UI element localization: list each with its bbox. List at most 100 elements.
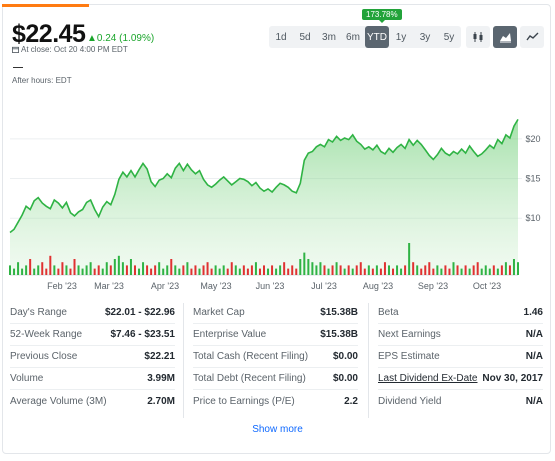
volume-bar [17, 262, 20, 275]
period-1d[interactable]: 1d [269, 26, 293, 48]
stat-row-days-range: Day's Range $22.01 - $22.96 [10, 302, 175, 324]
price-area [10, 119, 518, 276]
volume-bar [355, 265, 358, 275]
stat-row-52-week-range: 52-Week Range $7.46 - $23.51 [10, 324, 175, 346]
volume-bar [238, 268, 241, 275]
volume-bar [77, 265, 80, 275]
stat-row-total-cash: Total Cash (Recent Filing) $0.00 [193, 346, 358, 368]
volume-bar [335, 262, 338, 275]
volume-bar [170, 259, 173, 275]
volume-bar [198, 268, 201, 275]
volume-bar [327, 268, 330, 275]
volume-bar [101, 268, 104, 275]
stat-row-beta: Beta 1.46 [378, 302, 543, 324]
volume-bar [162, 268, 165, 275]
period-3y[interactable]: 3y [413, 26, 437, 48]
volume-bar [142, 262, 145, 275]
mountain-chart-button[interactable] [493, 26, 517, 48]
volume-bar [117, 255, 120, 275]
period-ytd[interactable]: YTD [365, 26, 389, 48]
volume-bar [258, 268, 261, 275]
volume-bar [299, 259, 302, 275]
after-hours-label: After hours: EDT [12, 76, 72, 85]
volume-bar [150, 268, 153, 275]
period-5y[interactable]: 5y [437, 26, 461, 48]
volume-bar [460, 268, 463, 275]
stat-row-volume: Volume 3.99M [10, 368, 175, 390]
volume-bar [226, 268, 229, 275]
volume-bar [504, 262, 507, 275]
volume-bar [359, 262, 362, 275]
volume-bar [303, 252, 306, 275]
volume-bar [287, 268, 290, 275]
candlestick-chart-button[interactable] [466, 26, 490, 48]
volume-bar [186, 262, 189, 275]
period-1y[interactable]: 1y [389, 26, 413, 48]
volume-bar [452, 262, 455, 275]
volume-bar [174, 265, 177, 275]
volume-bar [178, 268, 181, 275]
volume-bar [69, 268, 72, 275]
stat-row-enterprise-value: Enterprise Value $15.38B [193, 324, 358, 346]
volume-bar [416, 265, 419, 275]
volume-bar [319, 262, 322, 275]
volume-bar [404, 265, 407, 275]
volume-bar [13, 268, 16, 275]
volume-bar [246, 268, 249, 275]
after-hours-value [13, 67, 23, 68]
volume-bar [440, 268, 443, 275]
volume-bar [234, 265, 237, 275]
last-dividend-link[interactable]: Last Dividend Ex-Date [378, 373, 478, 384]
x-tick-label: Jun '23 [256, 281, 285, 291]
stat-row-eps-estimate: EPS Estimate N/A [378, 346, 543, 368]
volume-bar [190, 268, 193, 275]
x-tick-label: Sep '23 [418, 281, 448, 291]
volume-bar [456, 265, 459, 275]
period-6m[interactable]: 6m [341, 26, 365, 48]
x-tick-label: Mar '23 [94, 281, 124, 291]
period-3m[interactable]: 3m [317, 26, 341, 48]
key-stats: Day's Range $22.01 - $22.96 52-Week Range… [0, 302, 555, 420]
stat-row-last-dividend: Last Dividend Ex-Date Nov 30, 2017 [378, 368, 543, 390]
volume-bar [121, 262, 124, 275]
price-chart[interactable]: $20 $15 $10 Feb '23 Mar '23 Apr '23 May '23 Jun… [2, 95, 551, 295]
volume-bar [424, 265, 427, 275]
volume-bar [154, 265, 157, 275]
volume-bar [331, 265, 334, 275]
stat-row-average-volume: Average Volume (3M) 2.70M [10, 395, 175, 407]
line-chart-button[interactable] [520, 26, 544, 48]
x-tick-label: Apr '23 [151, 281, 179, 291]
volume-bar [323, 265, 326, 275]
volume-bar [166, 265, 169, 275]
volume-bar [444, 265, 447, 275]
volume-bar [275, 268, 278, 275]
volume-bar [45, 268, 48, 275]
volume-bar [412, 262, 415, 275]
volume-bar [105, 262, 108, 275]
stats-column-1: Day's Range $22.01 - $22.96 52-Week Range… [10, 302, 175, 412]
volume-bar [206, 262, 209, 275]
volume-bar [500, 265, 503, 275]
volume-bar [432, 268, 435, 275]
price-change: ▲0.24 (1.09%) [87, 33, 155, 44]
stats-column-2: Market Cap $15.38B Enterprise Value $15.38… [193, 302, 358, 412]
active-tab-indicator [2, 4, 89, 7]
volume-bar [291, 265, 294, 275]
volume-bar [295, 268, 298, 275]
volume-bar [279, 265, 282, 275]
stat-row-pe-ratio: Price to Earnings (P/E) 2.2 [193, 395, 358, 407]
volume-bar [218, 268, 221, 275]
volume-bar [9, 265, 11, 275]
volume-bar [73, 259, 76, 275]
volume-bar [125, 265, 128, 275]
period-5d[interactable]: 5d [293, 26, 317, 48]
change-up-icon: ▲ [87, 33, 97, 44]
volume-bar [182, 265, 185, 275]
volume-bar [488, 268, 491, 275]
volume-bar [65, 265, 68, 275]
volume-bar [57, 268, 60, 275]
volume-bar [484, 265, 487, 275]
show-more-button[interactable]: Show more [0, 424, 555, 435]
volume-bar [408, 243, 411, 275]
volume-bar [53, 265, 56, 275]
